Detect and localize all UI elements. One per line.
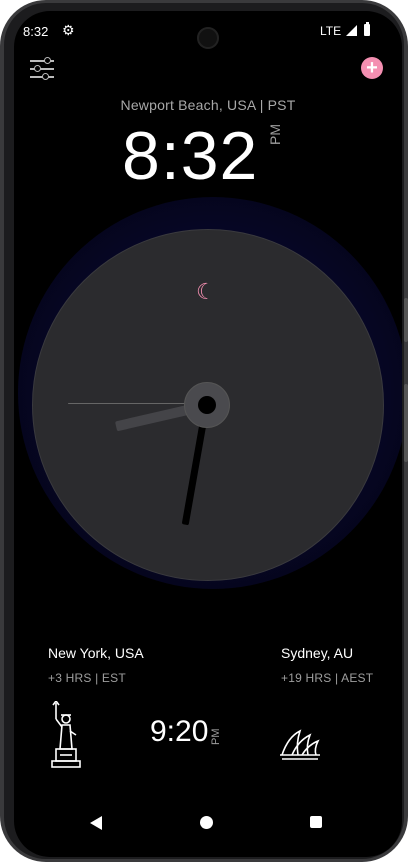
gear-icon: ⚙ bbox=[62, 22, 75, 38]
recents-icon[interactable] bbox=[310, 816, 322, 828]
plus-icon: + bbox=[366, 57, 378, 79]
navigation-bar bbox=[14, 811, 402, 841]
add-city-button[interactable]: + bbox=[361, 57, 383, 79]
world-clock-city-new-york[interactable]: New York, USA bbox=[48, 645, 144, 661]
volume-button bbox=[404, 384, 408, 462]
world-clock-offset-sydney: +19 HRS | AEST bbox=[281, 671, 374, 685]
home-location: Newport Beach, USA | PST bbox=[120, 97, 296, 113]
moon-icon: ☾ bbox=[196, 279, 216, 304]
ampm-label: PM bbox=[267, 124, 283, 145]
battery-icon bbox=[364, 22, 370, 36]
digital-time: 8:32 bbox=[122, 118, 259, 194]
statue-of-liberty-icon bbox=[51, 701, 81, 768]
sydney-opera-house-icon bbox=[280, 729, 320, 760]
clock-hub bbox=[184, 382, 230, 428]
signal-icon bbox=[346, 25, 357, 36]
power-button bbox=[404, 298, 408, 342]
screen: 8:32 ⚙ LTE + Newport Beach, USA | PST 8:… bbox=[14, 11, 402, 857]
back-icon[interactable] bbox=[90, 816, 102, 830]
front-camera bbox=[197, 27, 219, 49]
status-time: 8:32 bbox=[23, 24, 49, 39]
device-frame: 8:32 ⚙ LTE + Newport Beach, USA | PST 8:… bbox=[0, 0, 408, 862]
world-clock-offset-new-york: +3 HRS | EST bbox=[48, 671, 126, 685]
world-clock-ampm: PM bbox=[210, 728, 222, 746]
settings-button[interactable] bbox=[30, 57, 56, 81]
home-icon[interactable] bbox=[200, 816, 213, 829]
bezel: 8:32 ⚙ LTE + Newport Beach, USA | PST 8:… bbox=[4, 3, 404, 859]
world-clock-city-sydney[interactable]: Sydney, AU bbox=[281, 645, 353, 661]
second-hand bbox=[68, 403, 198, 404]
world-clock-time: 9:20 bbox=[150, 715, 209, 748]
network-label: LTE bbox=[320, 24, 342, 38]
